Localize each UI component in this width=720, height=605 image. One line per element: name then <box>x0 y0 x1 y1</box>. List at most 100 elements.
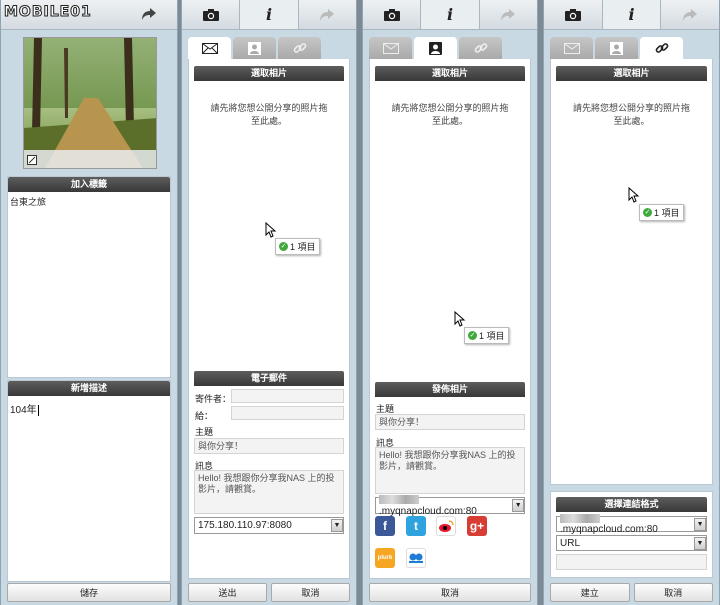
facebook-icon[interactable]: f <box>375 516 395 536</box>
description-header: 新增描述 <box>8 381 170 396</box>
toolbar: i <box>182 0 356 30</box>
cursor-icon <box>265 222 277 238</box>
subject-input[interactable]: 與你分享！ <box>194 438 344 454</box>
share-icon[interactable] <box>141 7 157 21</box>
plurk-icon[interactable]: plurk <box>375 548 395 568</box>
tag-input[interactable]: 台東之旅 <box>8 192 170 211</box>
description-section: 新增描述 104年 <box>7 380 171 582</box>
tab-email[interactable] <box>188 37 231 59</box>
p2-buttons: 送出 取消 <box>188 583 350 602</box>
server-value: 175.180.110.97:8080 <box>198 520 292 531</box>
tab-link[interactable] <box>278 37 321 59</box>
tab-social[interactable] <box>233 37 276 59</box>
cancel-button[interactable]: 取消 <box>633 583 713 602</box>
select-photo-header: 選取相片 <box>556 66 707 81</box>
share-icon[interactable] <box>661 0 720 30</box>
sender-input[interactable] <box>231 389 344 403</box>
link-icon <box>293 41 307 55</box>
share-social-panel: i 選取相片 請先將您想公開分享的照片拖至此處。 ✓ 1 項目 發佈相片 主題 與… <box>362 0 538 605</box>
domain-select[interactable]: .myqnapcloud.com:80 ▼ <box>556 513 707 535</box>
redacted-host <box>379 495 419 505</box>
description-input[interactable]: 104年 <box>8 396 170 421</box>
sender-label: 寄件者： <box>195 394 232 404</box>
server-select[interactable]: 175.180.110.97:8080 ▼ <box>194 517 344 534</box>
publish-header: 發佈相片 <box>375 382 525 397</box>
photo-preview <box>23 37 157 169</box>
cancel-button[interactable]: 取消 <box>271 583 350 602</box>
weibo-icon[interactable] <box>436 516 456 536</box>
tag-header: 加入標籤 <box>8 177 170 192</box>
message-input[interactable]: Hello! 我想跟你分享我NAS 上的投影片，請觀賞。 <box>375 447 525 494</box>
tab-link[interactable] <box>640 37 683 59</box>
toolbar: i <box>363 0 537 30</box>
link-output-field[interactable] <box>556 554 707 570</box>
format-select[interactable]: URL ▼ <box>556 535 707 551</box>
message-input[interactable]: Hello! 我想跟你分享我NAS 上的投影片，請觀賞。 <box>194 470 344 514</box>
link-icon <box>655 41 669 55</box>
share-email-panel: i 選取相片 請先將您想公開分享的照片拖至此處。 ✓ 1 項目 電子郵件 寄件者：… <box>181 0 357 605</box>
to-input[interactable] <box>231 406 344 420</box>
email-header: 電子郵件 <box>194 371 344 386</box>
chevron-down-icon: ▼ <box>512 499 524 512</box>
check-icon: ✓ <box>468 331 477 340</box>
mail-icon <box>382 42 399 54</box>
subject-input[interactable]: 與你分享！ <box>375 414 525 430</box>
contact-icon <box>429 41 442 55</box>
domain-value: .myqnapcloud.com:80 <box>379 505 477 517</box>
camera-icon[interactable] <box>363 0 422 30</box>
drop-zone-hint[interactable]: 請先將您想公開分享的照片拖至此處。 <box>551 102 712 128</box>
subject-label: 主題 <box>195 427 214 437</box>
create-button[interactable]: 建立 <box>550 583 630 602</box>
p4-buttons: 建立 取消 <box>550 583 713 602</box>
domain-select[interactable]: .myqnapcloud.com:80 ▼ <box>375 495 525 517</box>
tab-email[interactable] <box>369 37 412 59</box>
tab-email[interactable] <box>550 37 593 59</box>
link-format-header: 選擇連結格式 <box>556 497 707 512</box>
tab-social[interactable] <box>595 37 638 59</box>
send-button[interactable]: 送出 <box>188 583 267 602</box>
link-content: 選取相片 請先將您想公開分享的照片拖至此處。 ✓ 1 項目 <box>550 59 713 485</box>
cursor-icon <box>628 187 640 203</box>
toolbar: i <box>544 0 720 30</box>
drop-zone-hint[interactable]: 請先將您想公開分享的照片拖至此處。 <box>189 102 349 128</box>
select-photo-header: 選取相片 <box>375 66 525 81</box>
drop-zone-hint[interactable]: 請先將您想公開分享的照片拖至此處。 <box>370 102 530 128</box>
toolbar: MOBILE01 <box>1 0 177 30</box>
share-link-panel: i 選取相片 請先將您想公開分享的照片拖至此處。 ✓ 1 項目 選擇連結格式 .m… <box>543 0 720 605</box>
info-icon[interactable]: i <box>602 0 662 30</box>
contact-icon <box>248 41 261 55</box>
mail-icon <box>563 42 580 54</box>
format-value: URL <box>560 537 581 549</box>
check-icon: ✓ <box>643 208 652 217</box>
chevron-down-icon: ▼ <box>331 519 343 532</box>
drag-count-badge: ✓ 1 項目 <box>464 327 509 344</box>
tag-section: 加入標籤 台東之旅 <box>7 176 171 378</box>
contact-icon <box>610 41 623 55</box>
chevron-down-icon: ▼ <box>694 517 706 531</box>
camera-icon[interactable] <box>544 0 603 30</box>
check-icon: ✓ <box>279 242 288 251</box>
mail-icon <box>201 42 218 54</box>
drag-count-badge: ✓ 1 項目 <box>275 238 320 255</box>
info-icon[interactable]: i <box>421 0 480 30</box>
share-icon[interactable] <box>479 0 537 30</box>
share-tabs <box>188 37 350 59</box>
twitter-icon[interactable]: t <box>406 516 426 536</box>
save-button[interactable]: 儲存 <box>7 583 171 602</box>
tab-link[interactable] <box>459 37 502 59</box>
qzone-icon[interactable] <box>406 548 426 568</box>
email-content: 選取相片 請先將您想公開分享的照片拖至此處。 ✓ 1 項目 電子郵件 寄件者： 給… <box>188 59 350 579</box>
resize-icon[interactable] <box>27 155 37 165</box>
google-plus-icon[interactable]: g+ <box>467 516 487 536</box>
share-tabs <box>550 37 713 59</box>
redacted-host <box>560 513 600 523</box>
link-icon <box>474 41 488 55</box>
social-content: 選取相片 請先將您想公開分享的照片拖至此處。 ✓ 1 項目 發佈相片 主題 與你分… <box>369 59 531 579</box>
drag-count-badge: ✓ 1 項目 <box>639 204 684 221</box>
cancel-button[interactable]: 取消 <box>369 583 531 602</box>
camera-icon[interactable] <box>182 0 241 30</box>
tab-social[interactable] <box>414 37 457 59</box>
share-icon[interactable] <box>298 0 356 30</box>
info-icon[interactable]: i <box>240 0 299 30</box>
cursor-icon <box>454 311 466 327</box>
